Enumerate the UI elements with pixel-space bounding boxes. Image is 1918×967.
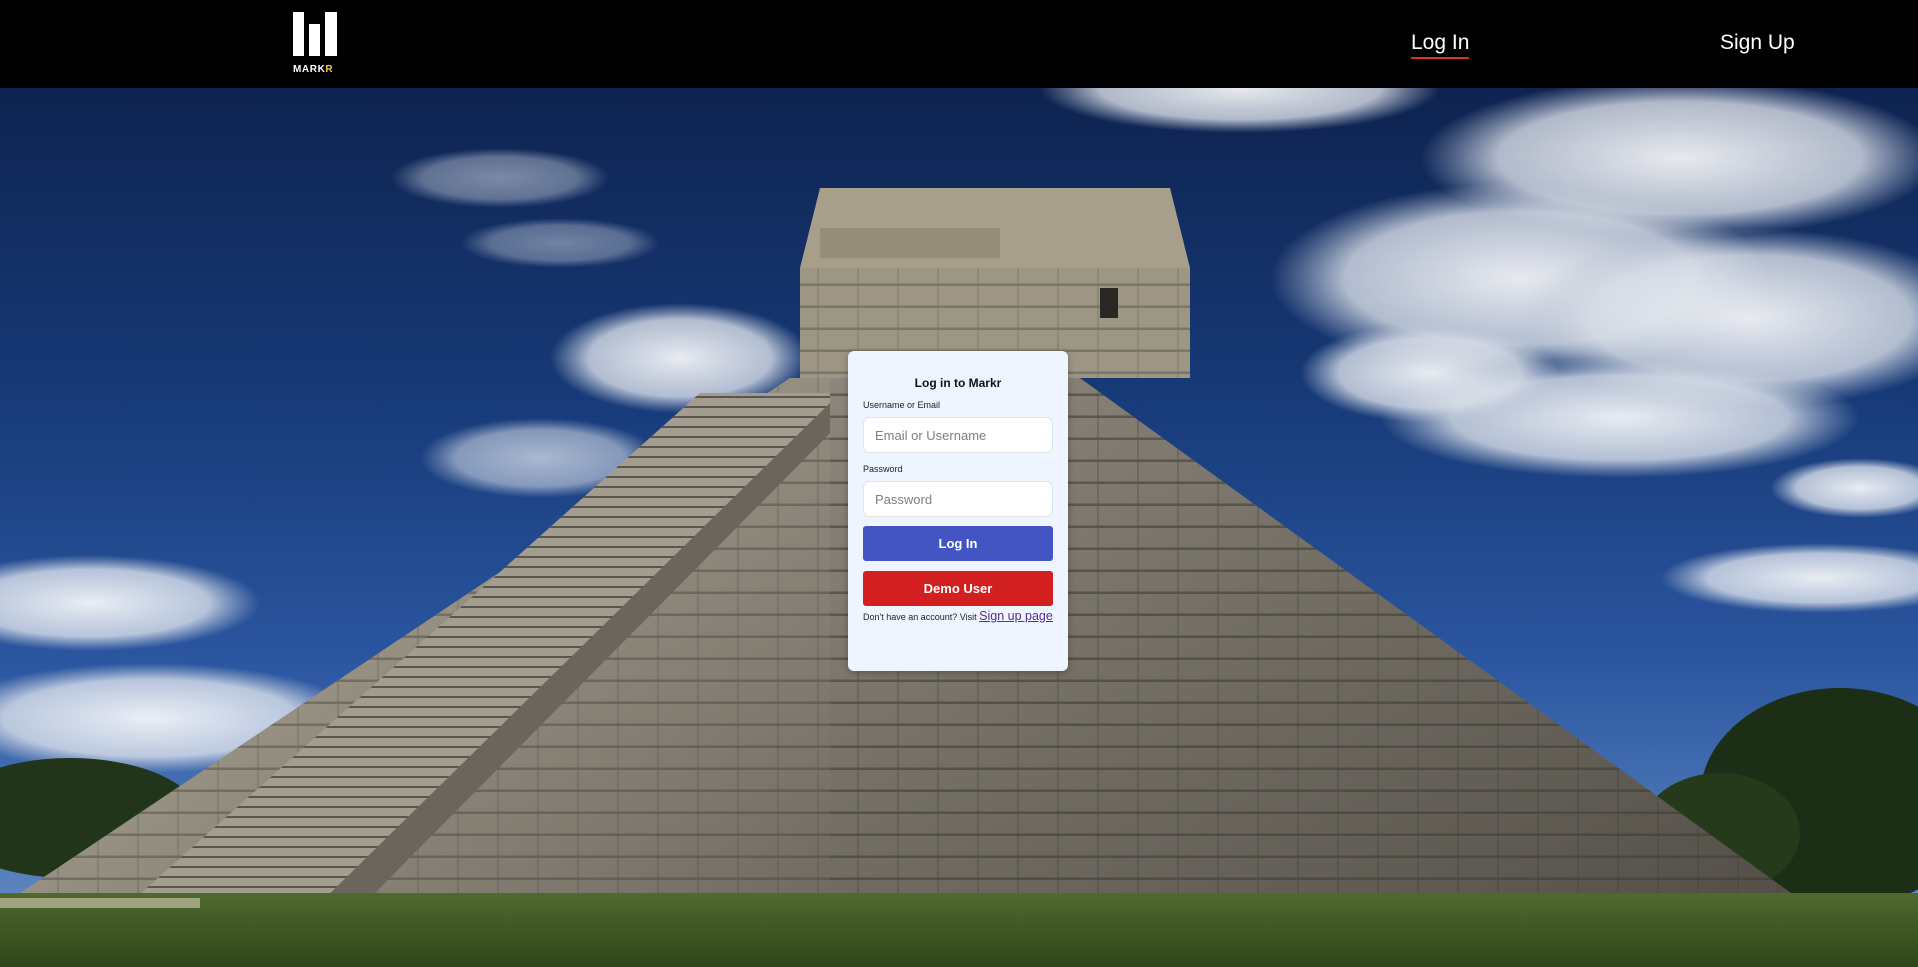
signup-page-link[interactable]: Sign up page [979,609,1053,623]
demo-user-button[interactable]: Demo User [863,571,1053,606]
password-input[interactable] [863,481,1053,517]
login-card: Log in to Markr Username or Email Passwo… [848,351,1068,671]
markr-logo[interactable]: MARKR [293,12,337,76]
nav-signup-link[interactable]: Sign Up [1720,30,1795,56]
username-input[interactable] [863,417,1053,453]
markr-bars-icon [293,12,337,56]
nav-login-link[interactable]: Log In [1411,30,1470,59]
brand-name-main: MARK [293,64,326,75]
password-label: Password [863,464,903,474]
username-label: Username or Email [863,400,941,410]
top-navbar: MARKR Log In Sign Up [0,0,1918,88]
brand-name-accent: R [325,64,334,75]
signup-prompt: Don't have an account? Visit [863,612,977,622]
login-card-title: Log in to Markr [914,376,1002,390]
signup-note: Don't have an account? Visit Sign up pag… [863,608,1053,625]
login-button[interactable]: Log In [863,526,1053,561]
brand-wordmark: MARKR [293,64,337,75]
